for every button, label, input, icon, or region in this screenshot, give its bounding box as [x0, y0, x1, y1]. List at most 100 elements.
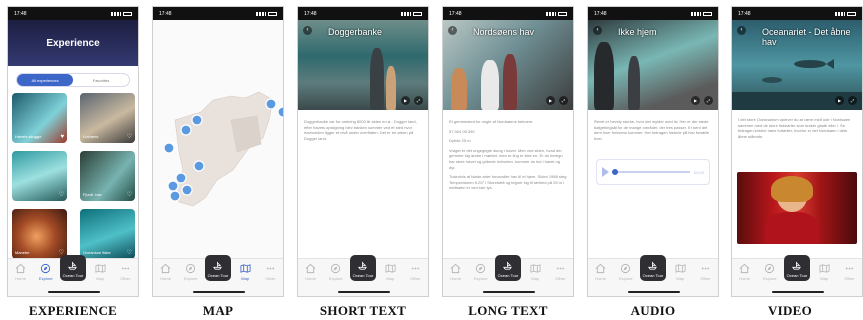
- map-pin[interactable]: [180, 124, 192, 136]
- experience-header: Experience: [8, 20, 138, 66]
- paragraph: 57.304 05.390: [449, 128, 475, 134]
- nav-explore[interactable]: Explore: [470, 263, 492, 281]
- back-icon[interactable]: ‹: [593, 26, 602, 35]
- hero-image: ‹ Nordsøens hav ▶ ⤢: [443, 20, 573, 110]
- heart-icon[interactable]: ♡: [127, 133, 132, 140]
- nav-map[interactable]: Map: [89, 263, 111, 281]
- back-icon[interactable]: ‹: [303, 26, 312, 35]
- audio-progress-slider[interactable]: [612, 169, 690, 175]
- map-pin[interactable]: [175, 172, 187, 184]
- play-icon[interactable]: ▶: [401, 96, 410, 105]
- nav-home[interactable]: Home: [300, 263, 322, 281]
- nav-map[interactable]: Map: [524, 263, 546, 281]
- heart-icon[interactable]: ♡: [59, 191, 64, 198]
- back-icon[interactable]: ‹: [737, 26, 746, 35]
- home-icon: [305, 263, 316, 274]
- tab-favorites[interactable]: Favorites: [73, 74, 129, 86]
- play-icon[interactable]: ▶: [691, 96, 700, 105]
- home-icon: [595, 263, 606, 274]
- heart-icon[interactable]: ♥: [60, 134, 64, 140]
- status-bar: 17:48: [8, 7, 138, 20]
- nav-ocean-tour[interactable]: Ocean Tour: [783, 255, 810, 281]
- map-pin[interactable]: [277, 106, 283, 118]
- caption-short-text: SHORT TEXT: [319, 303, 407, 318]
- play-icon[interactable]: ▶: [835, 96, 844, 105]
- experience-tile[interactable]: Fjordl. hav ♡: [80, 151, 135, 201]
- experience-tile[interactable]: Havets skugge ♥: [12, 93, 67, 143]
- map-pin[interactable]: [167, 180, 179, 192]
- hero-title: Oceanariet - Det åbne hav: [762, 27, 851, 47]
- nav-ocean-tour[interactable]: Ocean Tour: [494, 255, 521, 281]
- battery-icon: [268, 11, 277, 16]
- more-icon: [411, 267, 420, 270]
- map-pin[interactable]: [265, 98, 277, 110]
- nav-ocean-tour[interactable]: Ocean Tour: [59, 255, 86, 281]
- segment-control[interactable]: All experiences Favorites: [16, 73, 130, 87]
- nav-other[interactable]: Other: [838, 263, 860, 281]
- explore-icon: [331, 263, 341, 274]
- nav-explore[interactable]: Explore: [759, 263, 781, 281]
- experience-tile[interactable]: Maneter ♡: [12, 209, 67, 259]
- home-icon: [15, 263, 26, 274]
- map-pin[interactable]: [169, 190, 181, 202]
- back-icon[interactable]: ‹: [448, 26, 457, 35]
- nav-other[interactable]: Other: [549, 263, 571, 281]
- experience-tile[interactable]: Lofotens ♡: [80, 93, 135, 143]
- ship-icon: [358, 261, 368, 270]
- nav-explore[interactable]: Explore: [615, 263, 637, 281]
- explore-icon: [41, 263, 51, 274]
- nav-ocean-tour[interactable]: Ocean Tour: [349, 255, 376, 281]
- map-pin[interactable]: [193, 160, 205, 172]
- nav-home[interactable]: Home: [445, 263, 467, 281]
- fullscreen-icon[interactable]: ⤢: [559, 96, 568, 105]
- battery-icon: [558, 11, 567, 16]
- map-pin[interactable]: [163, 142, 175, 154]
- map-pin[interactable]: [191, 114, 203, 126]
- nav-home[interactable]: Home: [155, 263, 177, 281]
- nav-ocean-tour[interactable]: Ocean Tour: [204, 255, 231, 281]
- play-icon[interactable]: [602, 167, 609, 177]
- battery-icon: [847, 11, 856, 16]
- body-text: Doggerbanke var for omkring 8000 år side…: [304, 119, 417, 141]
- home-indicator: [483, 291, 535, 293]
- video-player[interactable]: [737, 172, 857, 244]
- floor-plan: [163, 91, 283, 207]
- hero-image: ‹ Doggerbanke ▶ ⤢: [298, 20, 428, 110]
- nav-map[interactable]: Map: [234, 263, 256, 281]
- nav-explore[interactable]: Explore: [180, 263, 202, 281]
- experience-tile[interactable]: Oceanium fiske ♡: [80, 209, 135, 259]
- nav-other[interactable]: Other: [259, 263, 281, 281]
- fullscreen-icon[interactable]: ⤢: [704, 96, 713, 105]
- map-canvas[interactable]: [153, 20, 283, 258]
- hero-image: ‹ Oceanariet - Det åbne hav ▶ ⤢: [732, 20, 862, 110]
- experience-tile[interactable]: ♡: [12, 151, 67, 201]
- nav-other[interactable]: Other: [114, 263, 136, 281]
- heart-icon[interactable]: ♡: [127, 249, 132, 256]
- nav-ocean-tour[interactable]: Ocean Tour: [639, 255, 666, 281]
- home-indicator: [338, 291, 390, 293]
- nav-map[interactable]: Map: [669, 263, 691, 281]
- fullscreen-icon[interactable]: ⤢: [848, 96, 857, 105]
- nav-home[interactable]: Home: [10, 263, 32, 281]
- signal-icon: [691, 11, 701, 16]
- tab-all-experiences[interactable]: All experiences: [17, 74, 73, 86]
- nav-map[interactable]: Map: [379, 263, 401, 281]
- home-indicator: [48, 291, 100, 293]
- nav-home[interactable]: Home: [734, 263, 756, 281]
- map-pin[interactable]: [181, 184, 193, 196]
- nav-map[interactable]: Map: [813, 263, 835, 281]
- nav-explore[interactable]: Explore: [325, 263, 347, 281]
- audio-player[interactable]: 00:00: [596, 159, 710, 185]
- play-icon[interactable]: ▶: [546, 96, 555, 105]
- nav-home[interactable]: Home: [590, 263, 612, 281]
- phone-audio: 17:48 ‹ Ikke hjem ▶ ⤢ Revet er hevely st…: [587, 6, 719, 297]
- caption-long-text: LONG TEXT: [468, 303, 548, 318]
- nav-other[interactable]: Other: [404, 263, 426, 281]
- hero-image: ‹ Ikke hjem ▶ ⤢: [588, 20, 718, 110]
- nav-other[interactable]: Other: [694, 263, 716, 281]
- nav-explore[interactable]: Explore: [35, 263, 57, 281]
- fullscreen-icon[interactable]: ⤢: [414, 96, 423, 105]
- status-bar: 17:48: [153, 7, 283, 20]
- heart-icon[interactable]: ♡: [127, 191, 132, 198]
- tile-label: Havets skugge: [15, 134, 42, 139]
